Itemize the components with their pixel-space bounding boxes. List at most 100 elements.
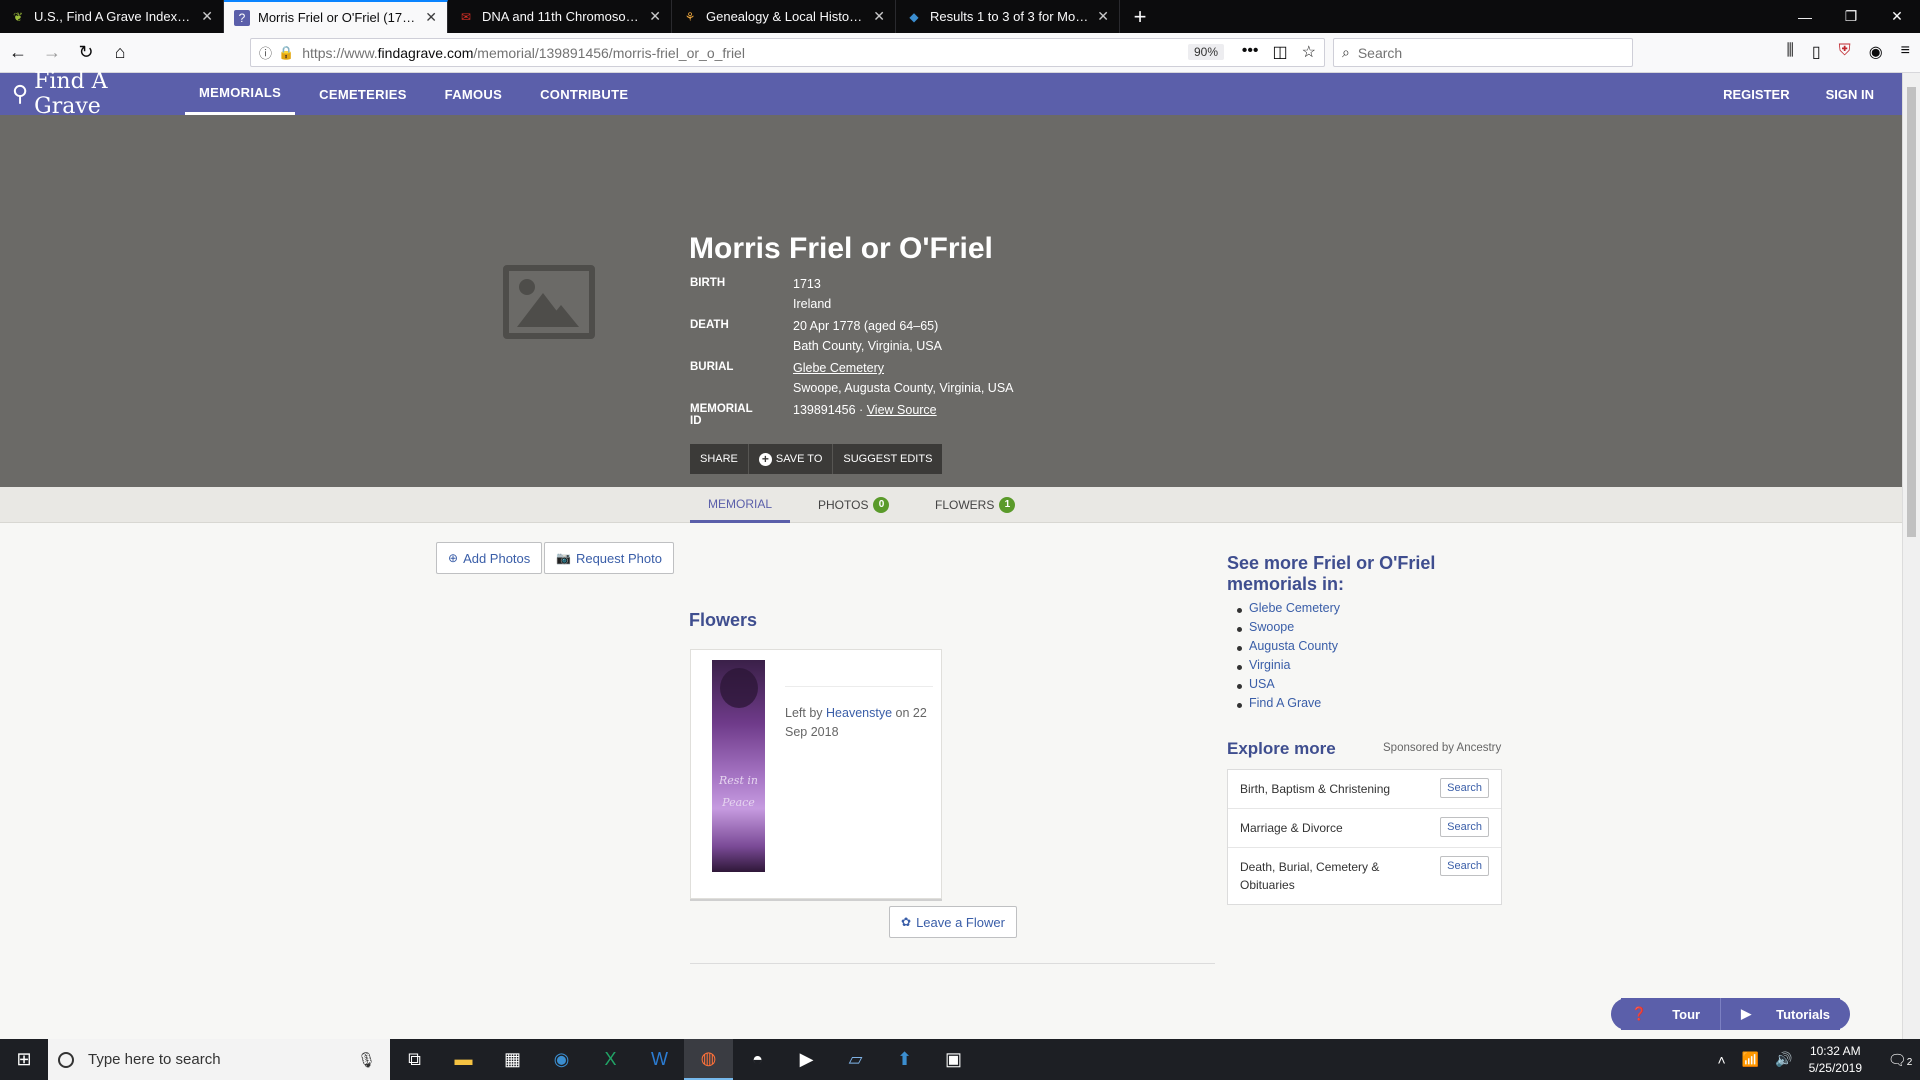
excel-icon[interactable]: X xyxy=(586,1039,635,1080)
suggest-edits-button[interactable]: SUGGEST EDITS xyxy=(833,444,943,474)
video-camera-icon: ▶ xyxy=(1731,998,1762,1030)
window-close-icon[interactable]: ✕ xyxy=(1874,0,1920,33)
zoom-indicator[interactable]: 90% xyxy=(1187,44,1224,60)
tab-memorial[interactable]: MEMORIAL xyxy=(690,487,791,523)
hamburger-menu-icon[interactable]: ≡ xyxy=(1901,42,1910,62)
system-clock[interactable]: 10:32 AM 5/25/2019 xyxy=(1809,1043,1862,1077)
new-tab-button[interactable]: + xyxy=(1120,0,1160,33)
burial-cemetery-link[interactable]: Glebe Cemetery xyxy=(793,361,884,375)
explore-more-heading: Explore more xyxy=(1227,739,1336,758)
flower-icon: ✿ xyxy=(901,915,912,929)
taskbar-search-input[interactable]: Type here to search 🎙 xyxy=(48,1039,390,1080)
ublock-shield-icon[interactable]: ⛨ xyxy=(1839,42,1851,62)
firefox-icon[interactable]: ◍ xyxy=(684,1039,733,1080)
volume-icon[interactable]: 🔊 xyxy=(1775,1051,1792,1068)
nav-contribute[interactable]: CONTRIBUTE xyxy=(526,73,642,115)
tab-flowers[interactable]: FLOWERS 1 xyxy=(917,487,1033,523)
explore-row: Marriage & Divorce Search xyxy=(1228,809,1501,848)
windows-start-icon[interactable]: ⊞ xyxy=(0,1039,48,1080)
link-swoope[interactable]: Swoope xyxy=(1249,620,1294,634)
page-actions: ••• ◫ ☆ xyxy=(1242,42,1316,62)
notes-app-icon[interactable]: ▱ xyxy=(831,1039,880,1080)
flower-card[interactable]: Rest in Peace Left by Heavenstye on 22 S… xyxy=(690,649,942,899)
browser-tab-gmail[interactable]: ✉ DNA and 11th Chromosome - ✕ xyxy=(448,0,672,33)
image-viewer-icon[interactable]: ▣ xyxy=(929,1039,978,1080)
close-icon[interactable]: ✕ xyxy=(201,8,213,25)
nav-cemeteries[interactable]: CEMETERIES xyxy=(305,73,421,115)
share-button[interactable]: SHARE xyxy=(690,444,749,474)
cortana-app-icon[interactable]: ◉ xyxy=(537,1039,586,1080)
file-explorer-icon[interactable]: ▬ xyxy=(439,1039,488,1080)
calculator-icon[interactable]: ▦ xyxy=(488,1039,537,1080)
notification-center-icon[interactable]: 🗨2 xyxy=(1880,1051,1920,1069)
close-icon[interactable]: ✕ xyxy=(649,8,661,25)
tab-photos[interactable]: PHOTOS 0 xyxy=(800,487,907,523)
microphone-icon[interactable]: 🎙 xyxy=(357,1051,376,1069)
findagrave-logo[interactable]: ⚲ Find A Grave xyxy=(0,69,180,119)
photos-app-icon[interactable]: ◓ xyxy=(733,1039,782,1080)
link-glebe-cemetery[interactable]: Glebe Cemetery xyxy=(1249,601,1340,615)
link-find-a-grave[interactable]: Find A Grave xyxy=(1249,696,1321,710)
register-link[interactable]: REGISTER xyxy=(1705,73,1807,115)
explore-row: Death, Burial, Cemetery & Obituaries Sea… xyxy=(1228,848,1501,904)
browser-tab-familysearch[interactable]: ◆ Results 1 to 3 of 3 for Morris O' ✕ xyxy=(896,0,1120,33)
home-icon[interactable]: ⌂ xyxy=(104,37,136,69)
nav-famous[interactable]: FAMOUS xyxy=(431,73,516,115)
flower-image[interactable]: Rest in Peace xyxy=(712,660,765,872)
forward-arrow-icon[interactable]: → xyxy=(36,37,68,69)
nav-memorials[interactable]: MEMORIALS xyxy=(185,73,296,115)
media-player-icon[interactable]: ▶ xyxy=(782,1039,831,1080)
burial-label: BURIAL xyxy=(690,361,734,373)
library-shelf-icon[interactable]: ⫼ xyxy=(1786,42,1793,62)
link-usa[interactable]: USA xyxy=(1249,677,1275,691)
browser-tab-library[interactable]: ⚘ Genealogy & Local History | Ci ✕ xyxy=(672,0,896,33)
gmail-icon: ✉ xyxy=(460,9,472,24)
tutorials-button[interactable]: ▶ Tutorials xyxy=(1721,998,1851,1030)
wifi-icon[interactable]: 📶 xyxy=(1742,1051,1759,1068)
request-photo-button[interactable]: 📷 Request Photo xyxy=(544,542,674,574)
task-view-icon[interactable]: ⧉ xyxy=(390,1039,439,1080)
page-scrollbar[interactable] xyxy=(1902,73,1920,1039)
tour-button[interactable]: ❓ Tour xyxy=(1611,998,1722,1030)
minimize-icon[interactable]: — xyxy=(1782,0,1828,33)
link-augusta-county[interactable]: Augusta County xyxy=(1249,639,1338,653)
close-icon[interactable]: ✕ xyxy=(425,9,437,26)
browser-tab-ancestry[interactable]: ❦ U.S., Find A Grave Index, 1600s- ✕ xyxy=(0,0,224,33)
word-icon[interactable]: W xyxy=(635,1039,684,1080)
search-death-button[interactable]: Search xyxy=(1440,856,1489,876)
add-photos-button[interactable]: ⊕ Add Photos xyxy=(436,542,543,574)
list-item: Swoope xyxy=(1236,620,1340,639)
list-item: Augusta County xyxy=(1236,639,1340,658)
info-icon[interactable]: ⓘ xyxy=(259,43,272,62)
sidebar-icon[interactable]: ▯ xyxy=(1812,42,1821,62)
library-icon: ⚘ xyxy=(684,9,696,24)
view-source-link[interactable]: View Source xyxy=(867,403,937,417)
memorial-id-label: MEMORIAL ID xyxy=(690,403,753,427)
image-placeholder-icon xyxy=(503,265,595,339)
back-arrow-icon[interactable]: ← xyxy=(2,37,34,69)
sign-in-link[interactable]: SIGN IN xyxy=(1808,73,1892,115)
link-virginia[interactable]: Virginia xyxy=(1249,658,1290,672)
tab-label: Genealogy & Local History | Ci xyxy=(706,9,866,24)
bookmark-star-icon[interactable]: ☆ xyxy=(1302,42,1316,62)
pocket-icon[interactable]: ◫ xyxy=(1273,42,1288,62)
chevron-up-icon[interactable]: ˄ xyxy=(1718,1052,1726,1068)
close-icon[interactable]: ✕ xyxy=(1097,8,1109,25)
close-icon[interactable]: ✕ xyxy=(873,8,885,25)
memorial-content: ⊕ Add Photos 📷 Request Photo Flowers Res… xyxy=(0,523,1902,1039)
browser-tab-findagrave[interactable]: ? Morris Friel or O'Friel (1713-177 ✕ xyxy=(224,0,448,33)
save-to-button[interactable]: + SAVE TO xyxy=(748,444,834,474)
more-actions-icon[interactable]: ••• xyxy=(1242,42,1259,62)
search-birth-button[interactable]: Search xyxy=(1440,778,1489,798)
burial-place: Swoope, Augusta County, Virginia, USA xyxy=(793,381,1014,395)
flowers-heading: Flowers xyxy=(689,610,758,630)
upload-app-icon[interactable]: ⬆ xyxy=(880,1039,929,1080)
reload-icon[interactable]: ↻ xyxy=(70,37,102,69)
search-marriage-button[interactable]: Search xyxy=(1440,817,1489,837)
url-bar[interactable]: ⓘ 🔒 https://www.findagrave.com/memorial/… xyxy=(250,38,1325,67)
browser-search-input[interactable]: ⌕ Search xyxy=(1333,38,1633,67)
account-icon[interactable]: ◉ xyxy=(1869,42,1883,62)
flower-author-link[interactable]: Heavenstye xyxy=(826,706,892,720)
restore-icon[interactable]: ❐ xyxy=(1828,0,1874,33)
leave-flower-button[interactable]: ✿ Leave a Flower xyxy=(889,906,1017,938)
